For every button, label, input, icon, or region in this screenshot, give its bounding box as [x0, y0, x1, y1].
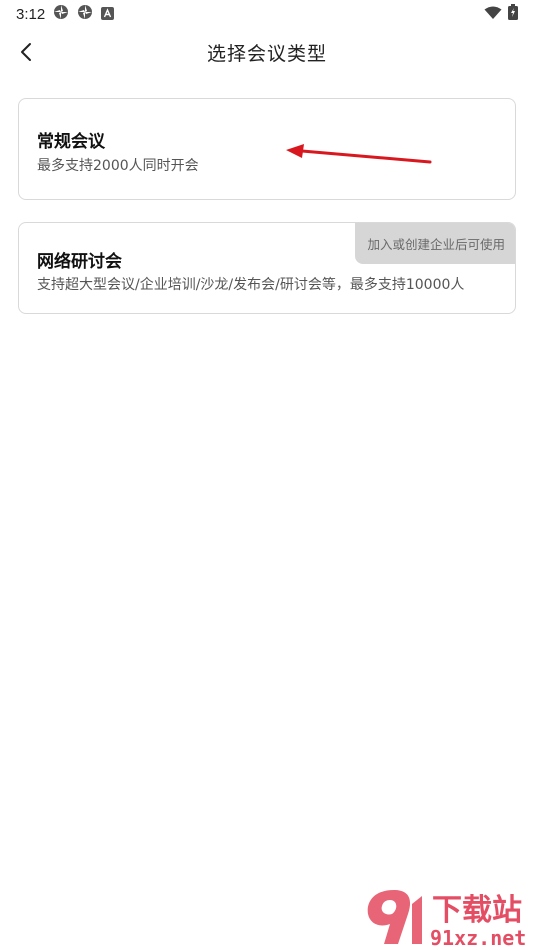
status-bar-left: 3:12: [16, 4, 115, 24]
option-description: 最多支持2000人同时开会: [37, 158, 199, 174]
option-description: 支持超大型会议/企业培训/沙龙/发布会/研讨会等，最多支持10000人: [37, 277, 465, 293]
regular-meeting-option[interactable]: 常规会议 最多支持2000人同时开会: [18, 98, 516, 200]
option-title: 常规会议: [37, 132, 105, 152]
site-watermark-logo: 下载站 91xz.net: [367, 890, 526, 950]
status-bar-right: [484, 4, 518, 24]
status-time: 3:12: [16, 5, 46, 23]
header: 选择会议类型: [0, 28, 534, 76]
page-title: 选择会议类型: [206, 42, 327, 65]
webinar-option[interactable]: 加入或创建企业后可使用 网络研讨会 支持超大型会议/企业培训/沙龙/发布会/研讨…: [18, 222, 516, 314]
back-button[interactable]: [10, 36, 42, 68]
app-notification-icon: [77, 4, 93, 24]
battery-charging-icon: [508, 4, 518, 24]
android-notification-icon: [101, 5, 115, 24]
enterprise-required-badge: 加入或创建企业后可使用: [355, 223, 515, 264]
watermark-site-name: 下载站: [432, 893, 522, 928]
watermark-site-domain: 91xz.net: [430, 926, 526, 950]
status-bar: 3:12: [0, 0, 534, 28]
app-notification-icon: [53, 4, 69, 24]
chevron-left-icon: [21, 43, 31, 61]
annotation-arrow: [286, 144, 432, 164]
screen: 3:12 选择会议类型 常规会议 最多支持2000人同时开会 加入或创建企业后可…: [0, 0, 534, 950]
option-title: 网络研讨会: [37, 252, 122, 272]
wifi-icon: [484, 5, 502, 24]
